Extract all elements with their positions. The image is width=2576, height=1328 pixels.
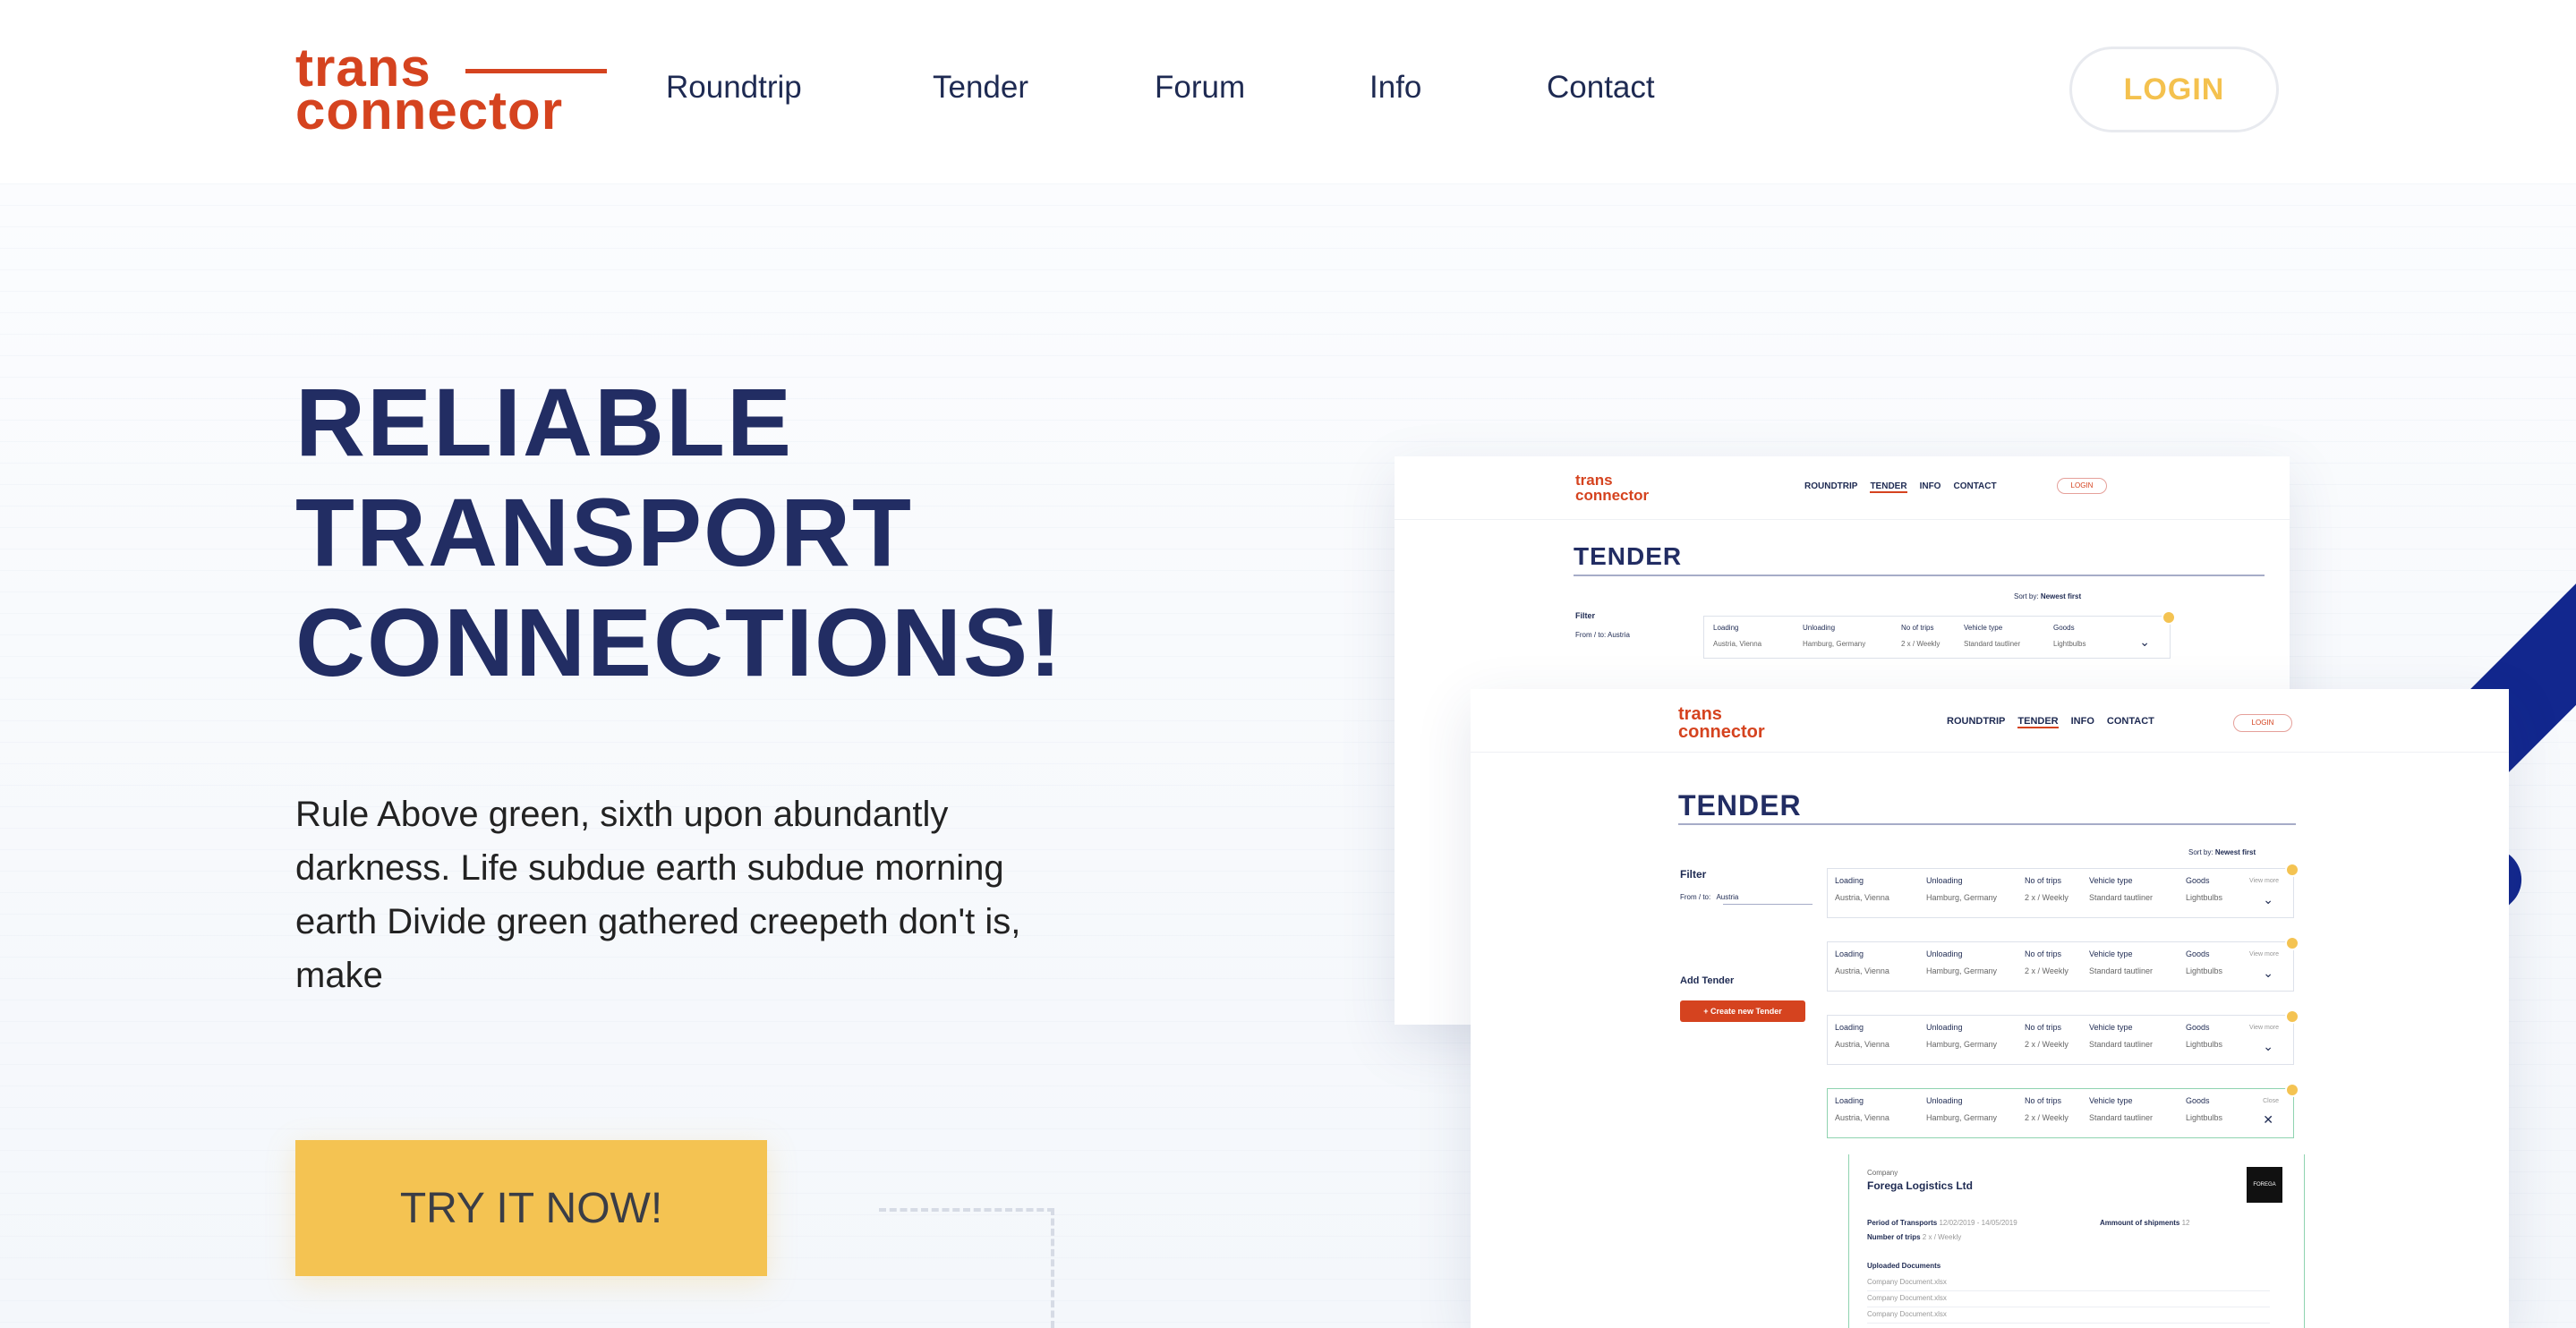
mockup-logo: trans connector	[1678, 704, 1765, 742]
hero-headline: RELIABLE TRANSPORT CONNECTIONS!	[295, 367, 1063, 697]
mockup-row-expanded: Loading Austria, Vienna Unloading Hamburg,…	[1827, 1083, 2299, 1138]
headline-line-1: RELIABLE	[295, 368, 793, 476]
nav-info[interactable]: Info	[1369, 70, 1421, 106]
try-it-now-button[interactable]: TRY IT NOW!	[295, 1140, 767, 1276]
mockup-row: Loading Austria, Vienna Unloading Hamburg,…	[1827, 863, 2299, 918]
mockup-header: trans connector ROUNDTRIP TENDER INFO CONTAC…	[1395, 456, 2290, 520]
mockup-filter-underline	[1723, 904, 1813, 905]
mockup-row: Loading Austria, Vienna Unloading Hamburg,…	[1827, 1009, 2299, 1065]
mockup-title: TENDER	[1678, 789, 1802, 821]
mockup-nav: ROUNDTRIP TENDER INFO CONTACT	[1947, 716, 2154, 728]
nav-forum[interactable]: Forum	[1155, 70, 1245, 106]
hero-description: Rule Above green, sixth upon abundantly …	[295, 795, 1021, 995]
mockup-logo: trans connector	[1575, 472, 1650, 504]
brand-line2: connector	[295, 81, 564, 140]
mockup-sort: Sort by: Newest first	[2188, 848, 2256, 856]
login-button[interactable]: LOGIN	[2069, 47, 2279, 132]
mockup-filter-from: From / to: Austria	[1575, 631, 1630, 639]
dashed-decoration	[879, 1208, 1054, 1328]
mockup-company-logo: FOREGA	[2247, 1167, 2282, 1203]
nav-contact[interactable]: Contact	[1547, 70, 1655, 106]
nav-roundtrip[interactable]: Roundtrip	[666, 70, 802, 106]
headline-line-2: TRANSPORT	[295, 478, 913, 586]
mockup-title: TENDER	[1574, 542, 1683, 570]
mockup-header: trans connector ROUNDTRIP TENDER INFO CONTAC…	[1471, 689, 2509, 753]
mockup-title-rule	[1678, 823, 2296, 825]
nav-tender[interactable]: Tender	[933, 70, 1028, 106]
screenshot-mockup-front: trans connector ROUNDTRIP TENDER INFO CONTAC…	[1471, 689, 2509, 1328]
mockup-login: LOGIN	[2233, 714, 2292, 732]
headline-line-3: CONNECTIONS!	[295, 588, 1063, 696]
brand-underline	[465, 69, 607, 73]
mockup-filter-label: Filter	[1575, 611, 1596, 620]
mockup-filter-label: Filter	[1680, 868, 1707, 881]
mockup-row: Loading Austria, Vienna Unloading Hamburg,…	[1827, 936, 2299, 992]
brand-logo[interactable]: trans connector	[295, 41, 609, 140]
mockup-nav: ROUNDTRIP TENDER INFO CONTACT	[1804, 481, 1997, 493]
mockup-filter-from: From / to: Austria	[1680, 893, 1739, 901]
mockup-sort: Sort by: Newest first	[2014, 592, 2082, 600]
mockup-login: LOGIN	[2057, 478, 2107, 494]
mockup-add-tender: Add Tender	[1680, 975, 1735, 986]
mockup-title-rule	[1574, 575, 2265, 576]
mockup-tender-detail: Company Forega Logistics Ltd FOREGA Peri…	[1848, 1154, 2305, 1328]
mockup-row: Loading Austria, Vienna Unloading Hamburg,…	[1703, 610, 2176, 659]
mockup-create-tender-button: + Create new Tender	[1680, 1000, 1805, 1022]
